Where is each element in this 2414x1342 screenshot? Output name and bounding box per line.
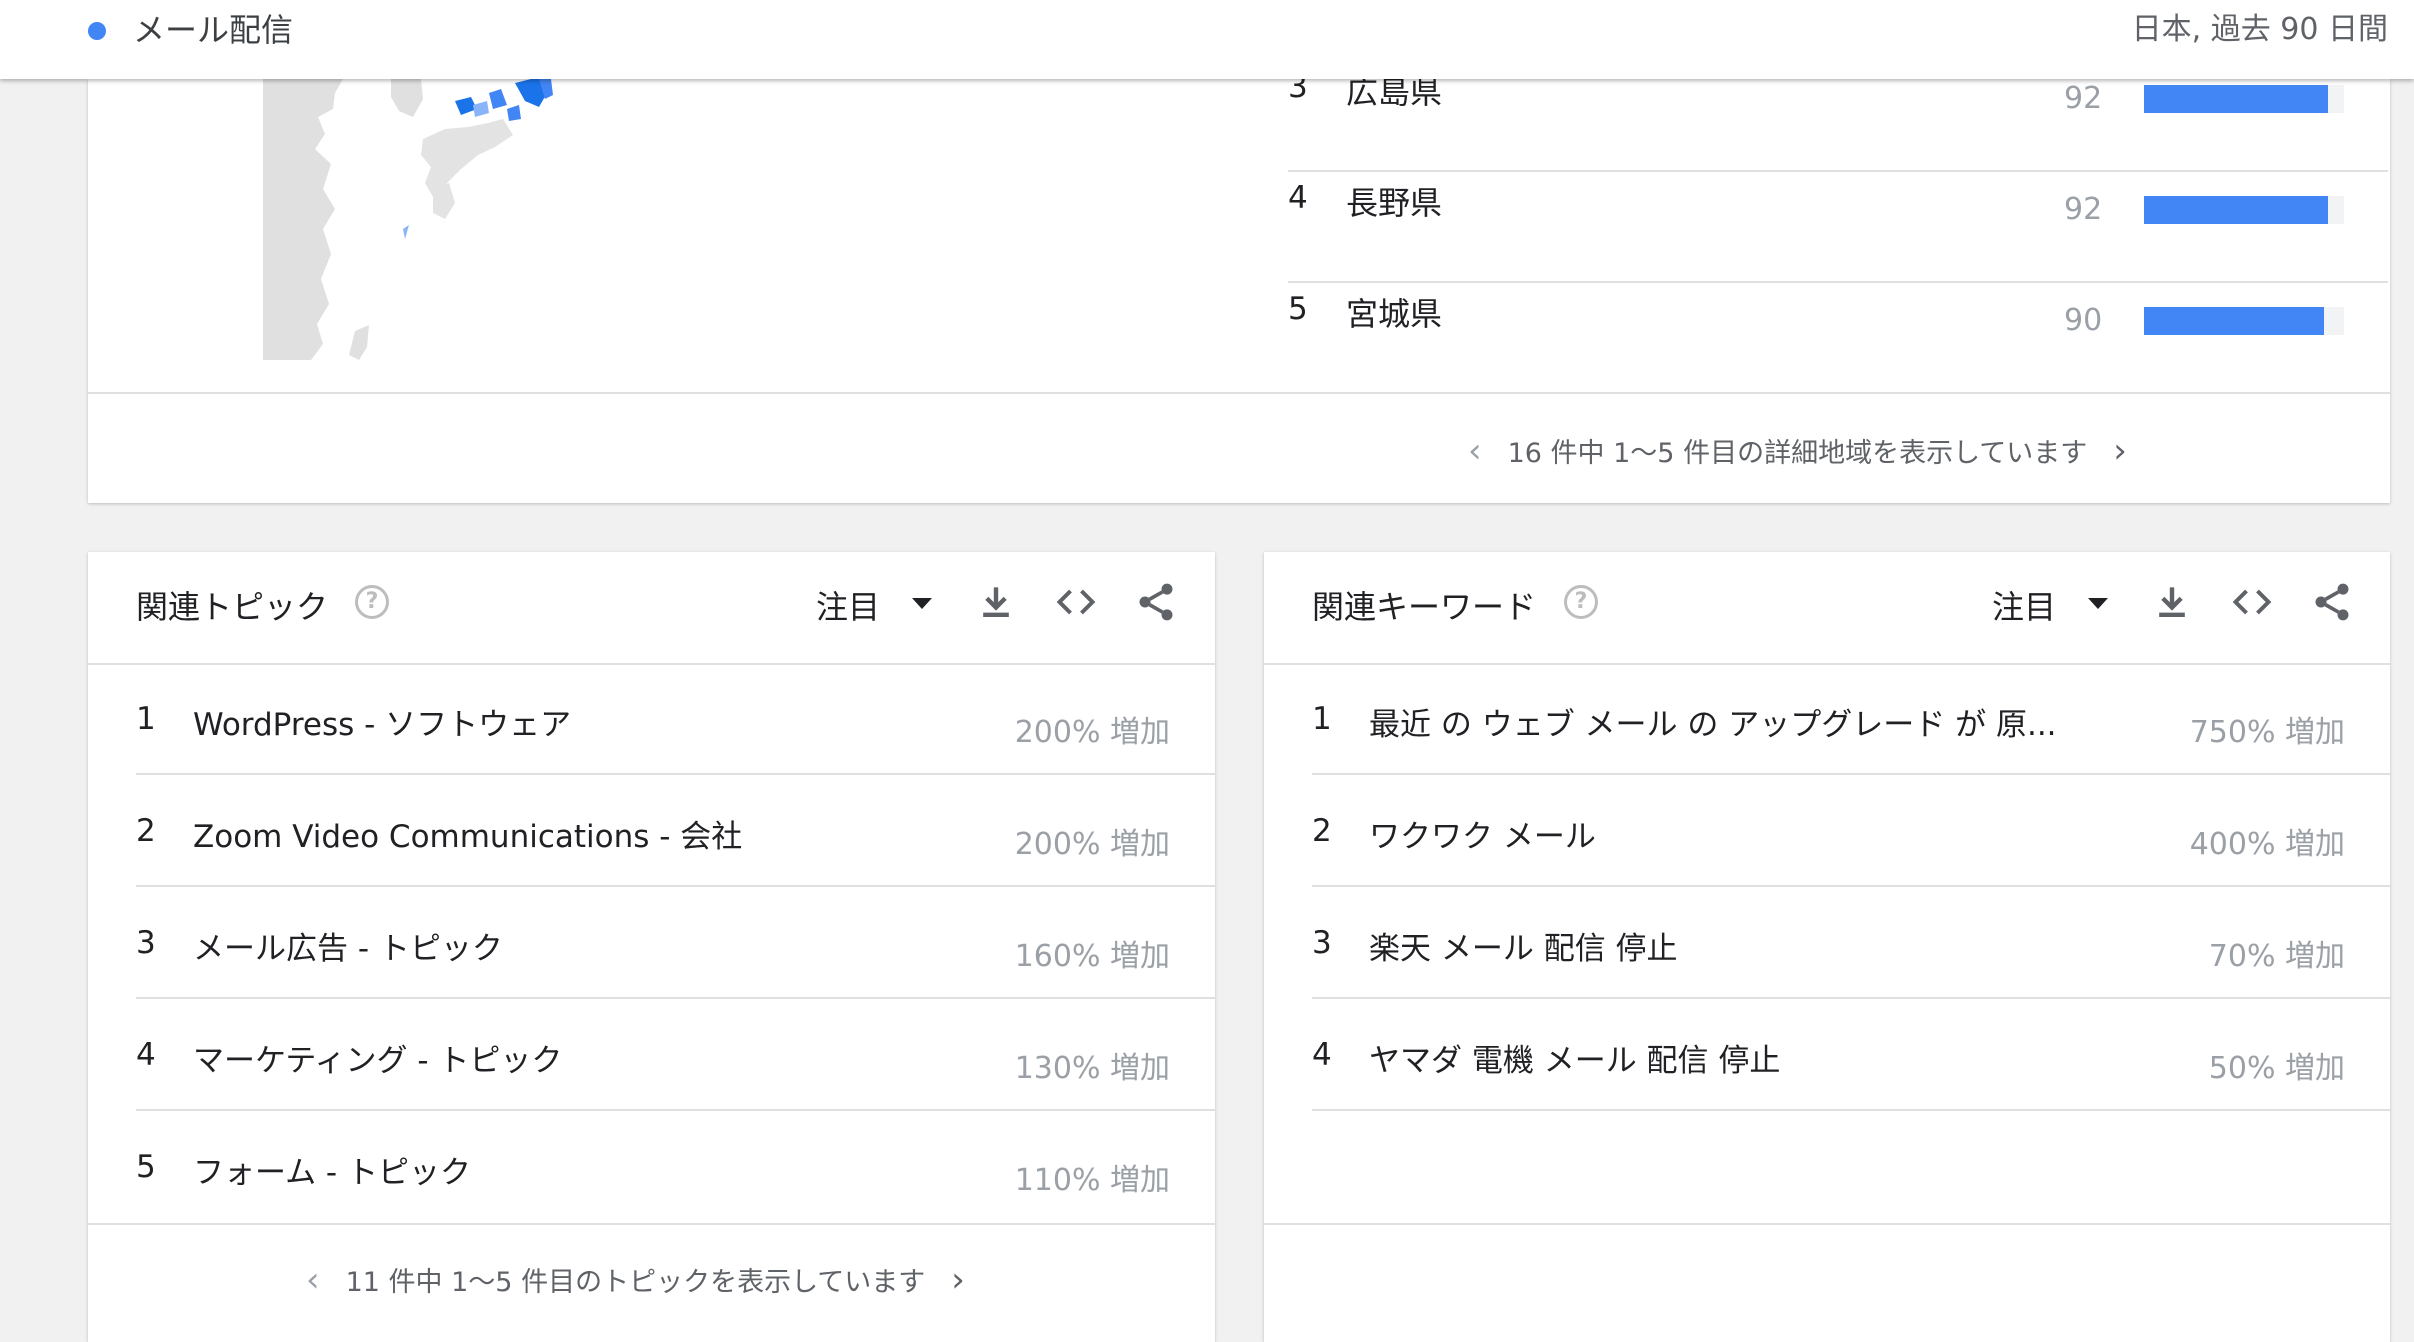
- embed-code-icon[interactable]: [1054, 580, 1098, 624]
- card-footer-divider: [88, 1223, 1215, 1225]
- region-row[interactable]: 5 宮城県 90: [1288, 283, 2344, 394]
- list-item[interactable]: 1 最近 の ウェブ メール の アップグレード が 原... 750% 増加: [1312, 663, 2390, 775]
- card-footer-divider: [88, 392, 2390, 394]
- item-rank: 2: [1312, 813, 1332, 849]
- dropdown-caret-icon[interactable]: [2088, 598, 2108, 609]
- list-item[interactable]: 3 楽天 メール 配信 停止 70% 増加: [1312, 887, 2390, 999]
- related-topics-card: 関連トピック ? 注目 1 WordPress - ソフトウェア 200% 増加…: [88, 552, 1215, 1342]
- chevron-right-icon[interactable]: ›: [951, 1263, 965, 1297]
- panel-title: 関連キーワード: [1312, 588, 1537, 626]
- item-rank: 1: [1312, 701, 1332, 737]
- item-rank: 3: [1312, 925, 1332, 961]
- panel-title: 関連トピック: [136, 588, 329, 626]
- region-value: 90: [2064, 303, 2103, 338]
- region-bar-fill: [2144, 307, 2324, 335]
- item-rank: 5: [136, 1149, 156, 1185]
- share-icon[interactable]: [2310, 580, 2354, 624]
- term-color-dot: [88, 22, 106, 40]
- topics-pager: ‹ 11 件中 1〜5 件目のトピックを表示しています ›: [306, 1260, 965, 1299]
- item-label[interactable]: WordPress - ソフトウェア: [193, 699, 571, 744]
- download-icon[interactable]: [974, 580, 1018, 624]
- map-mainland-asia: [263, 79, 343, 360]
- item-label[interactable]: Zoom Video Communications - 会社: [193, 811, 742, 856]
- map-taiwan: [349, 325, 369, 360]
- item-label[interactable]: フォーム - トピック: [193, 1147, 471, 1192]
- list-item[interactable]: 1 WordPress - ソフトウェア 200% 増加: [136, 663, 1215, 775]
- region-rank: 4: [1288, 180, 1308, 216]
- item-label[interactable]: 最近 の ウェブ メール の アップグレード が 原...: [1369, 699, 2057, 744]
- item-rank: 4: [1312, 1037, 1332, 1073]
- region-pager-text: 16 件中 1〜5 件目の詳細地域を表示しています: [1507, 438, 2088, 469]
- help-icon[interactable]: ?: [1564, 585, 1598, 619]
- list-item[interactable]: 3 メール広告 - トピック 160% 増加: [136, 887, 1215, 999]
- map-japan-west: [421, 119, 513, 197]
- item-rank: 3: [136, 925, 156, 961]
- map-region-highlight-6: [507, 105, 521, 121]
- download-icon[interactable]: [2150, 580, 2194, 624]
- japan-map[interactable]: [263, 79, 823, 360]
- item-label[interactable]: メール広告 - トピック: [193, 923, 503, 968]
- dropdown-caret-icon[interactable]: [912, 598, 932, 609]
- item-label[interactable]: ヤマダ 電機 メール 配信 停止: [1369, 1035, 1780, 1080]
- related-queries-card: 関連キーワード ? 注目 1 最近 の ウェブ メール の アップグレード が …: [1264, 552, 2390, 1342]
- list-item[interactable]: 4 ヤマダ 電機 メール 配信 停止 50% 増加: [1312, 999, 2390, 1111]
- interest-by-region-card: 3 広島県 92 4 長野県 92 5 宮城県 90 ‹ 16 件中 1〜5 件…: [88, 69, 2390, 503]
- item-growth: 200% 増加: [1014, 827, 1170, 862]
- item-label[interactable]: 楽天 メール 配信 停止: [1369, 923, 1678, 968]
- item-growth: 50% 増加: [2208, 1051, 2345, 1086]
- embed-code-icon[interactable]: [2230, 580, 2274, 624]
- related-topics-header: 関連トピック ? 注目: [88, 552, 1215, 665]
- search-term: メール配信: [133, 11, 294, 49]
- region-rank: 5: [1288, 291, 1308, 327]
- search-term-bar: メール配信 日本, 過去 90 日間: [0, 0, 2414, 79]
- list-item[interactable]: 2 Zoom Video Communications - 会社 200% 増加: [136, 775, 1215, 887]
- chevron-right-icon[interactable]: ›: [2113, 434, 2127, 468]
- card-footer-divider: [1264, 1223, 2390, 1225]
- region-name: 宮城県: [1346, 295, 1443, 333]
- chevron-left-icon[interactable]: ‹: [306, 1263, 320, 1297]
- map-kyushu: [433, 183, 455, 219]
- region-bar-fill: [2144, 196, 2328, 224]
- item-growth: 70% 増加: [2208, 939, 2345, 974]
- region-pager: ‹ 16 件中 1〜5 件目の詳細地域を表示しています ›: [1468, 431, 2127, 470]
- map-korea: [391, 79, 423, 117]
- item-rank: 1: [136, 701, 156, 737]
- region-timeframe: 日本, 過去 90 日間: [2131, 12, 2388, 47]
- region-row[interactable]: 4 長野県 92: [1288, 172, 2388, 283]
- list-item[interactable]: 4 マーケティング - トピック 130% 増加: [136, 999, 1215, 1111]
- region-value: 92: [2064, 81, 2103, 116]
- list-item[interactable]: 2 ワクワク メール 400% 増加: [1312, 775, 2390, 887]
- item-growth: 400% 増加: [2189, 827, 2345, 862]
- item-label[interactable]: マーケティング - トピック: [193, 1035, 562, 1080]
- topics-pager-text: 11 件中 1〜5 件目のトピックを表示しています: [345, 1267, 926, 1298]
- item-growth: 130% 増加: [1014, 1051, 1170, 1086]
- item-rank: 2: [136, 813, 156, 849]
- map-region-highlight-2: [489, 89, 507, 109]
- item-label[interactable]: ワクワク メール: [1369, 811, 1596, 856]
- list-item[interactable]: 5 フォーム - トピック 110% 増加: [136, 1111, 1215, 1223]
- chevron-left-icon[interactable]: ‹: [1468, 434, 1482, 468]
- related-queries-header: 関連キーワード ? 注目: [1264, 552, 2390, 665]
- item-growth: 160% 増加: [1014, 939, 1170, 974]
- item-growth: 110% 増加: [1014, 1163, 1170, 1198]
- item-growth: 200% 増加: [1014, 715, 1170, 750]
- region-name: 長野県: [1346, 184, 1443, 222]
- help-icon[interactable]: ?: [355, 585, 389, 619]
- share-icon[interactable]: [1134, 580, 1178, 624]
- map-island-small: [403, 225, 409, 239]
- map-region-highlight-5: [473, 101, 489, 117]
- sort-select[interactable]: 注目: [816, 582, 880, 628]
- sort-select[interactable]: 注目: [1992, 582, 2056, 628]
- region-bar-track: [2144, 196, 2344, 224]
- region-bar-track: [2144, 307, 2344, 335]
- item-rank: 4: [136, 1037, 156, 1073]
- row-divider: [1312, 1109, 2390, 1111]
- region-bar-track: [2144, 85, 2344, 113]
- item-growth: 750% 増加: [2189, 715, 2345, 750]
- region-bar-fill: [2144, 85, 2328, 113]
- region-value: 92: [2064, 192, 2103, 227]
